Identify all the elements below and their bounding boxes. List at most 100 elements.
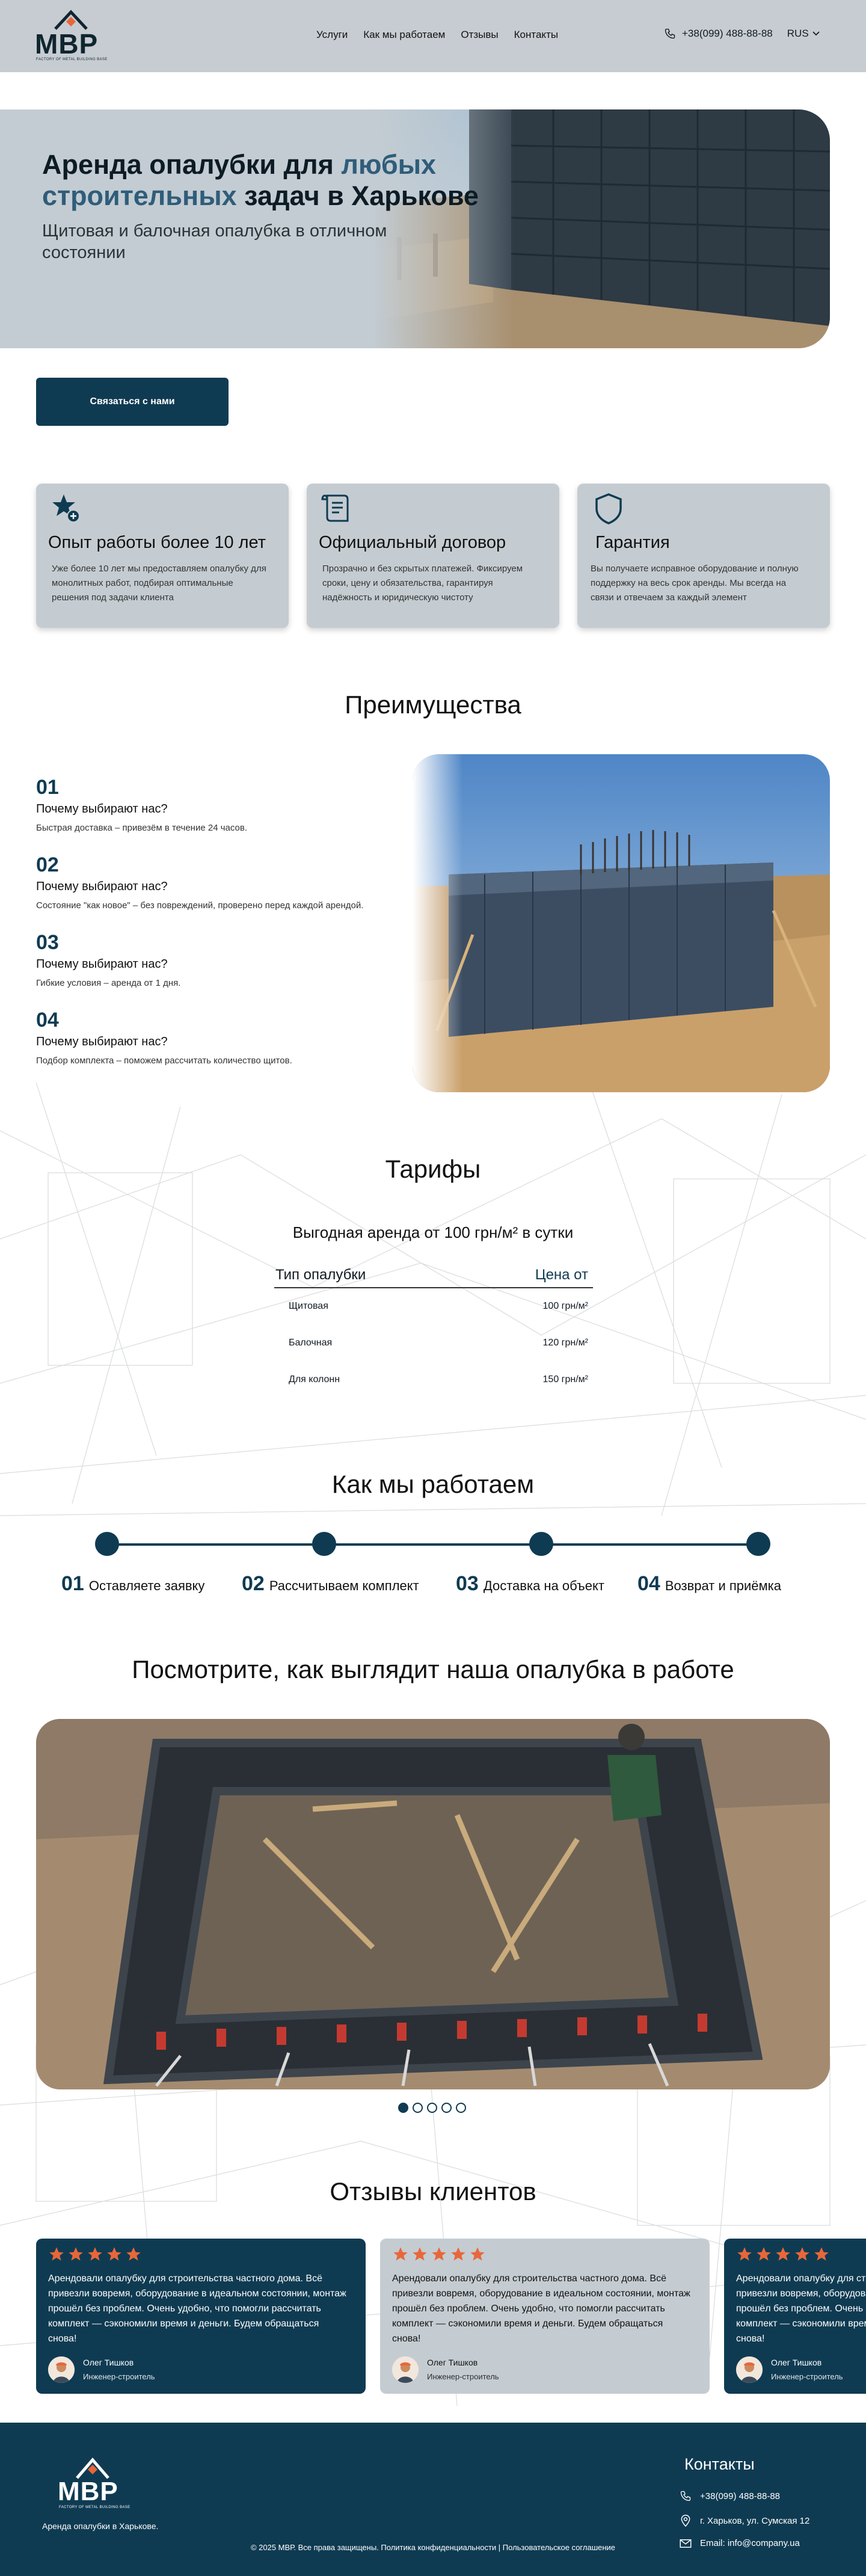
- advantage-number: 02: [36, 853, 59, 876]
- advantage-text: Быстрая доставка – привезём в течение 24…: [36, 823, 248, 833]
- table-row: Балочная 120 грн/м²: [274, 1324, 593, 1361]
- contact-us-button[interactable]: Связаться с нами: [36, 378, 229, 426]
- advantage-question: Почему выбирают нас?: [36, 880, 168, 893]
- gallery-dot-2[interactable]: [413, 2103, 423, 2113]
- nav-how-we-work[interactable]: Как мы работаем: [363, 29, 445, 41]
- phone-icon: [665, 28, 675, 39]
- gallery-dot-3[interactable]: [427, 2103, 437, 2113]
- rating-stars: [48, 2246, 142, 2263]
- feature-text: Прозрачно и без скрытых платежей. Фиксир…: [322, 564, 523, 603]
- feature-card-guarantee: Гарантия Вы получаете исправное оборудов…: [577, 484, 830, 628]
- avatar: [48, 2356, 75, 2383]
- step-label: Возврат и приёмка: [665, 1578, 781, 1593]
- table-row: Для колонн 150 грн/м²: [274, 1361, 593, 1398]
- nav-services[interactable]: Услуги: [316, 29, 348, 41]
- step-dot: [529, 1532, 553, 1556]
- star-icon: [814, 2247, 829, 2261]
- step-dot: [312, 1532, 336, 1556]
- reviewer-name: Олег Тишков: [83, 2358, 134, 2367]
- feature-text: Уже более 10 лет мы предоставляем опалуб…: [52, 564, 266, 603]
- advantage-text: Гибкие условия – аренда от 1 дня.: [36, 978, 181, 988]
- review-text: Арендовали опалубку для строительства ча…: [392, 2273, 690, 2344]
- gallery-dot-5[interactable]: [456, 2103, 466, 2113]
- advantage-number: 01: [36, 776, 59, 799]
- advantage-number: 03: [36, 931, 59, 954]
- star-icon: [107, 2247, 121, 2261]
- step-item: 04 Возврат и приёмка: [637, 1572, 781, 1596]
- gallery-pagination: [398, 2103, 466, 2113]
- advantage-question: Почему выбирают нас?: [36, 1035, 168, 1048]
- footer-address-row: г. Харьков, ул. Сумская 12: [680, 2514, 809, 2527]
- feature-title: Опыт работы более 10 лет: [48, 533, 266, 552]
- logo-text: МВР: [35, 28, 99, 60]
- advantage-item: 01 Почему выбирают нас? Быстрая доставка…: [36, 776, 421, 853]
- advantage-item: 02 Почему выбирают нас? Состояние "как н…: [36, 853, 421, 931]
- star-icon: [413, 2247, 427, 2261]
- review-card: Арендовали опалубку для строительства ча…: [380, 2239, 710, 2394]
- hero-title-part-1: Аренда опалубки для: [42, 149, 342, 180]
- tariff-price: 150 грн/м²: [542, 1374, 588, 1385]
- brand-logo[interactable]: МВР FACTORY OF METAL BUILDING BASE: [35, 10, 109, 64]
- nav-contacts[interactable]: Контакты: [514, 29, 558, 41]
- footer-phone: +38(099) 488-88-88: [700, 2491, 781, 2501]
- step-label: Оставляете заявку: [88, 1578, 205, 1593]
- advantage-text: Подбор комплекта – поможем рассчитать ко…: [36, 1056, 292, 1066]
- reviewer-role: Инженер-строитель: [427, 2372, 499, 2381]
- tariff-price: 100 грн/м²: [542, 1301, 588, 1311]
- gallery-dot-1[interactable]: [398, 2103, 408, 2113]
- star-icon: [126, 2247, 141, 2261]
- footer-phone-row[interactable]: +38(099) 488-88-88: [680, 2490, 780, 2502]
- gallery-dot-4[interactable]: [441, 2103, 452, 2113]
- review-card: Арендовали опалубку для строительства ча…: [724, 2239, 866, 2394]
- gallery-slider[interactable]: [36, 1719, 830, 2089]
- step-number: 04: [637, 1572, 660, 1595]
- review-card: Арендовали опалубку для строительства ча…: [36, 2239, 366, 2394]
- language-selector[interactable]: RUS: [787, 28, 820, 40]
- mail-icon: [680, 2539, 692, 2548]
- star-icon: [393, 2247, 408, 2261]
- step-item: 02 Рассчитываем комплект: [242, 1572, 419, 1596]
- steps-title: Как мы работаем: [331, 1470, 535, 1498]
- step-number: 01: [61, 1572, 84, 1595]
- document-icon: [321, 494, 349, 522]
- reviews-title: Отзывы клиентов: [330, 2177, 536, 2206]
- feature-card-contract: Официальный договор Прозрачно и без скры…: [307, 484, 559, 628]
- tariffs-subtitle: Выгодная аренда от 100 грн/м² в сутки: [292, 1223, 574, 1241]
- rating-stars: [736, 2246, 830, 2263]
- reviewer-role: Инженер-строитель: [83, 2372, 155, 2381]
- advantage-number: 04: [36, 1009, 59, 1031]
- location-pin-icon: [681, 2515, 690, 2527]
- phone-icon: [680, 2491, 691, 2501]
- header-contacts: +38(099) 488-88-88 RUS: [664, 28, 820, 40]
- footer-email-row[interactable]: Email: info@company.ua: [680, 2538, 800, 2548]
- advantage-question: Почему выбирают нас?: [36, 802, 168, 816]
- feature-text: Вы получаете исправное оборудование и по…: [591, 564, 799, 603]
- star-badge-icon: [52, 494, 80, 523]
- reviewer-name: Олег Тишков: [771, 2358, 822, 2367]
- footer-email: Email: info@company.ua: [700, 2538, 800, 2548]
- footer-logo-text: МВР: [58, 2477, 118, 2506]
- step-dot: [95, 1532, 119, 1556]
- reviewer-role: Инженер-строитель: [771, 2372, 843, 2381]
- tariff-price: 120 грн/м²: [542, 1337, 588, 1348]
- gallery-title: Посмотрите, как выглядит наша опалубка в…: [132, 1655, 734, 1683]
- feature-title: Официальный договор: [319, 533, 506, 552]
- logo-subtitle: FACTORY OF METAL BUILDING BASE: [36, 58, 108, 61]
- star-icon: [432, 2247, 446, 2261]
- table-header-row: Тип опалубки Цена от: [274, 1263, 593, 1288]
- step-dot: [746, 1532, 770, 1556]
- advantage-text: Состояние "как новое" – без повреждений,…: [36, 900, 364, 911]
- step-number: 02: [242, 1572, 265, 1595]
- column-header-price: Цена от: [468, 1263, 593, 1288]
- nav-reviews[interactable]: Отзывы: [461, 29, 498, 41]
- footer-logo[interactable]: МВР FACTORY OF METAL BUILDING BASE: [55, 2456, 134, 2516]
- advantages-list: 01 Почему выбирают нас? Быстрая доставка…: [36, 776, 421, 1086]
- star-icon: [451, 2247, 465, 2261]
- step-label: Доставка на объект: [483, 1578, 604, 1593]
- reviewer-name: Олег Тишков: [427, 2358, 478, 2367]
- hero-subtitle: Щитовая и балочная опалубка в отличном с…: [42, 221, 387, 262]
- header-phone[interactable]: +38(099) 488-88-88: [682, 28, 773, 40]
- review-text: Арендовали опалубку для строительства ча…: [736, 2273, 866, 2344]
- main-nav: Услуги Как мы работаем Отзывы Контакты: [316, 29, 558, 41]
- advantage-question: Почему выбирают нас?: [36, 958, 168, 971]
